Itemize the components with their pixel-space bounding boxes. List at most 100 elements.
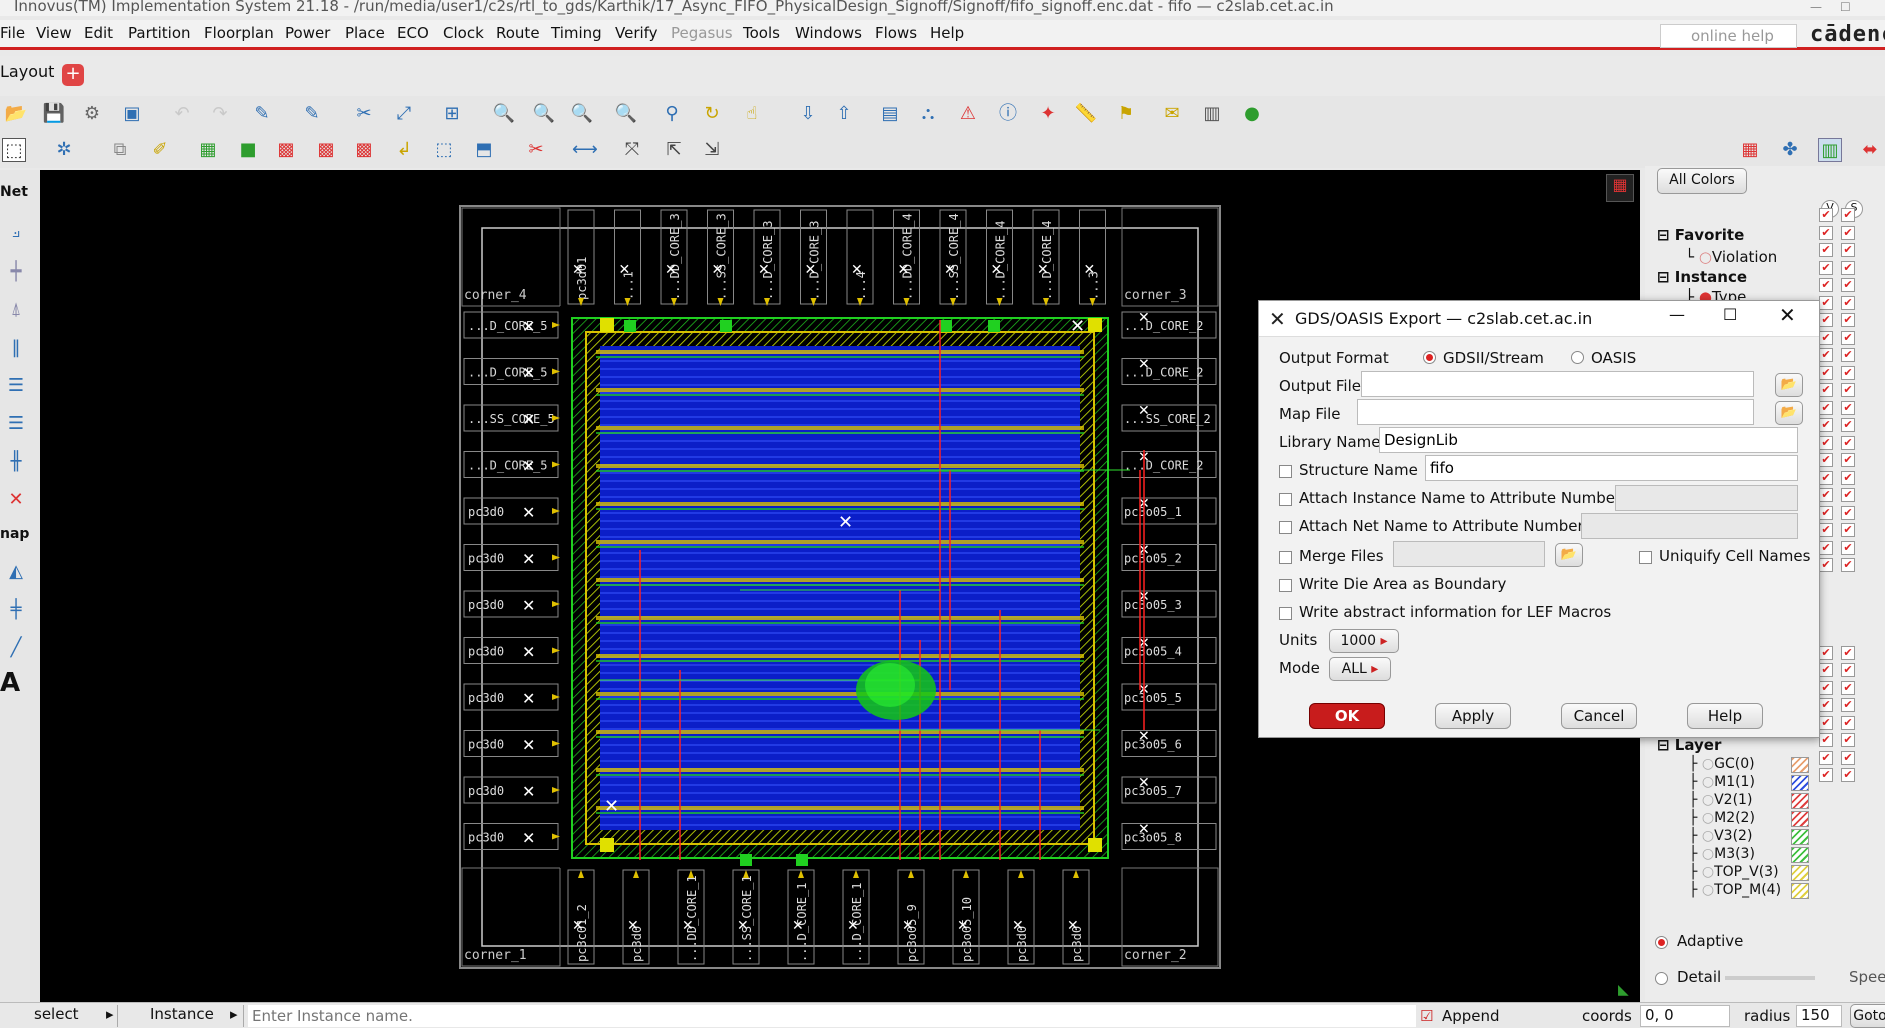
floorplan-view-icon[interactable]: ▤ (878, 102, 902, 126)
route-tool-icon[interactable]: ↲ (392, 138, 416, 162)
highlight-icon[interactable]: ✦ (1036, 102, 1060, 126)
map-file-browse-icon[interactable]: 📂 (1775, 401, 1803, 425)
visibility-checkbox[interactable]: ✔ (1819, 400, 1833, 415)
menu-route[interactable]: Route (496, 24, 540, 42)
maximize-icon[interactable]: ☐ (1840, 0, 1851, 14)
append-checkbox[interactable]: ☑ (1420, 1007, 1433, 1025)
layer-toggle-icon[interactable]: ▦ (1606, 174, 1634, 202)
visibility-checkbox[interactable]: ✔ (1841, 243, 1855, 257)
refresh-icon[interactable]: ↻ (700, 102, 724, 126)
visibility-checkbox[interactable]: ✔ (1819, 418, 1833, 432)
menu-verify[interactable]: Verify (615, 24, 658, 42)
map-file-field[interactable] (1357, 399, 1754, 425)
layer-color-swatch[interactable] (1791, 829, 1809, 845)
notes-icon[interactable]: ✉ (1160, 102, 1184, 126)
resize-corner-icon[interactable]: ◣ (1618, 982, 1629, 998)
merge-files-checkbox[interactable] (1279, 551, 1292, 564)
output-file-field[interactable] (1361, 371, 1754, 397)
visibility-checkbox[interactable]: ✔ (1841, 540, 1855, 555)
run-icon[interactable]: ● (1240, 102, 1264, 126)
layer-item[interactable]: ├ ○TOP_V(3) (1689, 864, 1779, 880)
settings-icon[interactable]: ⚙ (80, 102, 104, 126)
visibility-checkbox[interactable]: ✔ (1841, 435, 1855, 450)
goto-button[interactable]: Goto (1850, 1004, 1885, 1028)
snap-grid-icon[interactable]: ╪ (4, 598, 28, 622)
snap-icon[interactable]: ✲ (52, 138, 76, 162)
layer-item[interactable]: ├ ○M1(1) (1689, 774, 1755, 790)
tree-instance[interactable]: ⊟ Instance (1657, 268, 1747, 286)
cut-wire-icon[interactable]: ✂ (352, 102, 376, 126)
mode-dropdown[interactable]: ALL ▸ (1329, 657, 1391, 681)
all-colors-button[interactable]: All Colors (1657, 168, 1747, 194)
layer-color-swatch[interactable] (1791, 793, 1809, 809)
visibility-checkbox[interactable]: ✔ (1841, 348, 1855, 362)
layer-color-swatch[interactable] (1791, 865, 1809, 881)
visibility-checkbox[interactable]: ✔ (1819, 645, 1833, 660)
stretch-wire-icon[interactable]: ⤢ (392, 102, 416, 126)
visibility-checkbox[interactable]: ✔ (1819, 278, 1833, 292)
ruler-icon[interactable]: 📏 (1074, 102, 1098, 126)
physical-view-icon[interactable]: ✤ (1778, 138, 1802, 162)
layer-item[interactable]: ├ ○M3(3) (1689, 846, 1755, 862)
vertical-wire-icon[interactable]: ‖ (4, 336, 28, 360)
tree-favorite[interactable]: ⊟ Favorite (1657, 226, 1744, 244)
visibility-checkbox[interactable]: ✔ (1819, 225, 1833, 240)
menu-edit[interactable]: Edit (84, 24, 113, 42)
info-icon[interactable]: ⓘ (996, 102, 1020, 126)
write-abstract-checkbox[interactable] (1279, 607, 1292, 620)
layer-color-swatch[interactable] (1791, 883, 1809, 899)
move-tool-icon[interactable]: ⤧ (620, 138, 644, 162)
cancel-button[interactable]: Cancel (1561, 703, 1637, 729)
clipboard-icon[interactable]: ▥ (1200, 102, 1224, 126)
pan-icon[interactable]: ☝ (740, 102, 764, 126)
spacing-icon[interactable]: ╫ (4, 450, 28, 474)
place-tool-icon[interactable]: ▦ (196, 138, 220, 162)
resize-icon[interactable]: ⬒ (472, 138, 496, 162)
attach-instance-checkbox[interactable] (1279, 493, 1292, 506)
fit-icon[interactable]: ⊞ (440, 102, 464, 126)
dialog-maximize-icon[interactable]: ☐ (1723, 305, 1737, 324)
align-icon[interactable]: ☰ (4, 412, 28, 436)
visibility-checkbox[interactable]: ✔ (1841, 365, 1855, 380)
zoom-area-icon[interactable]: 🔍 (570, 102, 594, 126)
menu-file[interactable]: File (0, 24, 25, 42)
visibility-checkbox[interactable]: ✔ (1841, 278, 1855, 292)
help-button[interactable]: Help (1687, 703, 1763, 729)
visibility-checkbox[interactable]: ✔ (1819, 330, 1833, 345)
detail-radio[interactable] (1655, 972, 1668, 985)
ok-button[interactable]: OK (1309, 703, 1385, 729)
save-as-icon[interactable]: ▣ (120, 102, 144, 126)
visibility-checkbox[interactable]: ✔ (1841, 750, 1855, 765)
visibility-checkbox[interactable]: ✔ (1841, 260, 1855, 275)
structure-name-field[interactable] (1425, 455, 1798, 481)
visibility-checkbox[interactable]: ✔ (1819, 295, 1833, 310)
visibility-checkbox[interactable]: ✔ (1841, 313, 1855, 327)
horizontal-wire-icon[interactable]: ☰ (4, 374, 28, 398)
mode-selector[interactable]: select ▸ (0, 1005, 118, 1027)
cut-tool-icon[interactable]: ✂ (524, 138, 548, 162)
layer-item[interactable]: ├ ○V3(2) (1689, 828, 1752, 844)
detail-slider[interactable] (1725, 976, 1815, 980)
tab-layout[interactable]: Layout (0, 62, 54, 81)
redo-icon[interactable]: ↷ (208, 102, 232, 126)
visibility-checkbox[interactable]: ✔ (1819, 365, 1833, 380)
layer-item[interactable]: ├ ○M2(2) (1689, 810, 1755, 826)
add-tab-button[interactable]: + (62, 64, 84, 86)
cell-tool-icon[interactable]: ■ (236, 138, 260, 162)
visibility-checkbox[interactable]: ✔ (1819, 488, 1833, 502)
menu-partition[interactable]: Partition (128, 24, 191, 42)
visibility-checkbox[interactable]: ✔ (1841, 488, 1855, 502)
visibility-checkbox[interactable]: ✔ (1841, 453, 1855, 467)
visibility-checkbox[interactable]: ✔ (1819, 383, 1833, 397)
visibility-checkbox[interactable]: ✔ (1841, 645, 1855, 660)
visibility-checkbox[interactable]: ✔ (1819, 540, 1833, 555)
line-tool-icon[interactable]: ╱ (4, 636, 28, 660)
layer-item[interactable]: ├ ○V2(1) (1689, 792, 1752, 808)
visibility-checkbox[interactable]: ✔ (1841, 470, 1855, 485)
module-tool-icon[interactable]: ▩ (352, 138, 376, 162)
copy-icon[interactable]: ⧉ (108, 138, 132, 162)
visibility-checkbox[interactable]: ✔ (1819, 313, 1833, 327)
hierarchy-icon[interactable]: ⛬ (916, 102, 940, 126)
visibility-checkbox[interactable]: ✔ (1819, 698, 1833, 712)
box-select-icon[interactable]: ⬚ (432, 138, 456, 162)
